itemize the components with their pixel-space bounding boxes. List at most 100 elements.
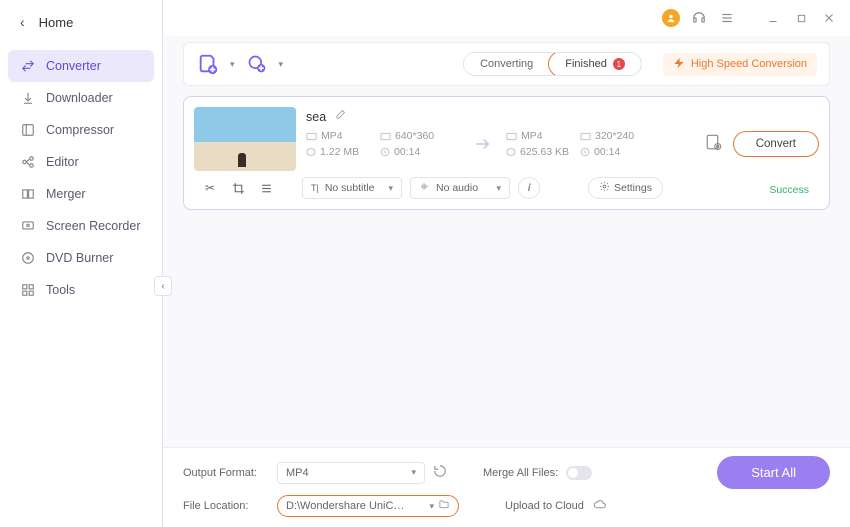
status-tabs: Converting Finished 1: [463, 52, 642, 76]
output-format-select[interactable]: MP4 ▾: [277, 462, 425, 484]
caret-icon: ▾: [411, 467, 416, 478]
edit-name-icon[interactable]: [334, 109, 346, 124]
maximize-icon[interactable]: [792, 9, 810, 27]
editor-icon: [20, 154, 36, 170]
sidebar-item-compressor[interactable]: Compressor: [0, 114, 162, 146]
main-area: ▾ ▾ Converting Finished 1 High Speed Con…: [163, 0, 850, 527]
support-icon[interactable]: [690, 9, 708, 27]
converter-icon: [20, 58, 36, 74]
titlebar: [163, 0, 850, 36]
add-url-button[interactable]: [245, 52, 269, 76]
finished-count-badge: 1: [613, 58, 625, 70]
menu-icon[interactable]: [718, 9, 736, 27]
caret-icon: ▾: [496, 183, 501, 194]
output-format-label: Output Format:: [183, 467, 269, 479]
tab-converting[interactable]: Converting: [464, 53, 549, 75]
convert-button[interactable]: Convert: [733, 131, 819, 157]
merge-label: Merge All Files:: [483, 467, 558, 479]
hsc-label: High Speed Conversion: [691, 58, 807, 70]
start-all-button[interactable]: Start All: [717, 456, 830, 489]
sidebar-item-converter[interactable]: Converter: [8, 50, 154, 82]
sidebar-label: Compressor: [46, 123, 114, 137]
recorder-icon: [20, 218, 36, 234]
caret-icon: ▾: [388, 183, 393, 194]
dst-format: MP4: [506, 130, 576, 142]
minimize-icon[interactable]: [764, 9, 782, 27]
sidebar-label: Downloader: [46, 91, 113, 105]
download-icon: [20, 90, 36, 106]
dst-res: 320*240: [580, 130, 660, 142]
audio-icon: [419, 182, 430, 194]
audio-value: No audio: [436, 182, 478, 194]
sidebar-label: Editor: [46, 155, 79, 169]
merge-toggle[interactable]: [566, 466, 592, 480]
footer-bar: Output Format: MP4 ▾ Merge All Files: St…: [163, 447, 850, 527]
sidebar-item-tools[interactable]: Tools: [0, 274, 162, 306]
info-icon[interactable]: 𝒊: [518, 177, 540, 199]
merger-icon: [20, 186, 36, 202]
sidebar-label: DVD Burner: [46, 251, 113, 265]
tools-icon: [20, 282, 36, 298]
sidebar-item-screen-recorder[interactable]: Screen Recorder: [0, 210, 162, 242]
high-speed-conversion-button[interactable]: High Speed Conversion: [663, 53, 817, 76]
dst-dur: 00:14: [580, 146, 660, 158]
home-nav[interactable]: ‹ Home: [0, 0, 162, 44]
back-chevron-icon: ‹: [20, 14, 25, 30]
tab-finished[interactable]: Finished 1: [548, 52, 642, 76]
sidebar-item-merger[interactable]: Merger: [0, 178, 162, 210]
crop-icon[interactable]: [228, 178, 248, 198]
file-location-value: D:\Wondershare UniConverter 1: [286, 500, 406, 512]
file-name: sea: [306, 110, 326, 124]
dvd-icon: [20, 250, 36, 266]
file-location-select[interactable]: D:\Wondershare UniConverter 1 ▾: [277, 495, 459, 517]
bolt-icon: [673, 57, 685, 72]
src-dur: 00:14: [380, 146, 460, 158]
sidebar-label: Converter: [46, 59, 101, 73]
tab-finished-label: Finished: [565, 58, 607, 70]
sidebar-item-downloader[interactable]: Downloader: [0, 82, 162, 114]
add-file-button[interactable]: [196, 52, 220, 76]
subtitle-icon: T|: [311, 183, 319, 193]
collapse-sidebar-button[interactable]: ‹: [154, 276, 172, 296]
file-card: sea MP4 640*360 1.22 MB 00:14 MP4: [183, 96, 830, 210]
file-location-label: File Location:: [183, 500, 269, 512]
cloud-icon[interactable]: [592, 498, 608, 514]
sidebar-item-editor[interactable]: Editor: [0, 146, 162, 178]
close-icon[interactable]: [820, 9, 838, 27]
sidebar-label: Merger: [46, 187, 86, 201]
caret-icon: ▾: [429, 501, 434, 512]
gear-icon: [599, 181, 610, 195]
sidebar-label: Tools: [46, 283, 75, 297]
src-res: 640*360: [380, 130, 460, 142]
compressor-icon: [20, 122, 36, 138]
video-thumbnail[interactable]: [194, 107, 296, 171]
user-avatar-icon[interactable]: [662, 9, 680, 27]
status-text: Success: [769, 184, 809, 196]
top-toolbar: ▾ ▾ Converting Finished 1 High Speed Con…: [183, 42, 830, 86]
subtitle-value: No subtitle: [325, 182, 375, 194]
dest-details: MP4 320*240 625.63 KB 00:14: [506, 130, 660, 158]
subtitle-select[interactable]: T| No subtitle ▾: [302, 177, 402, 199]
dst-size: 625.63 KB: [506, 146, 576, 158]
output-settings-icon[interactable]: [705, 133, 723, 156]
sidebar-label: Screen Recorder: [46, 219, 141, 233]
trim-icon[interactable]: ✂: [200, 178, 220, 198]
sidebar-item-dvd-burner[interactable]: DVD Burner: [0, 242, 162, 274]
src-size: 1.22 MB: [306, 146, 376, 158]
effects-icon[interactable]: [256, 178, 276, 198]
upload-cloud-label: Upload to Cloud: [505, 500, 584, 512]
source-details: MP4 640*360 1.22 MB 00:14: [306, 130, 460, 158]
refresh-icon[interactable]: [433, 464, 447, 481]
arrow-icon: [468, 135, 498, 153]
home-label: Home: [39, 15, 74, 30]
add-url-caret-icon[interactable]: ▾: [279, 59, 284, 70]
add-file-caret-icon[interactable]: ▾: [230, 59, 235, 70]
settings-label: Settings: [614, 182, 652, 194]
settings-button[interactable]: Settings: [588, 177, 663, 199]
sidebar: ‹ Home Converter Downloader Compressor E…: [0, 0, 163, 527]
src-format: MP4: [306, 130, 376, 142]
folder-icon: [438, 499, 450, 513]
output-format-value: MP4: [286, 467, 309, 479]
tab-converting-label: Converting: [480, 58, 533, 70]
audio-select[interactable]: No audio ▾: [410, 177, 510, 199]
